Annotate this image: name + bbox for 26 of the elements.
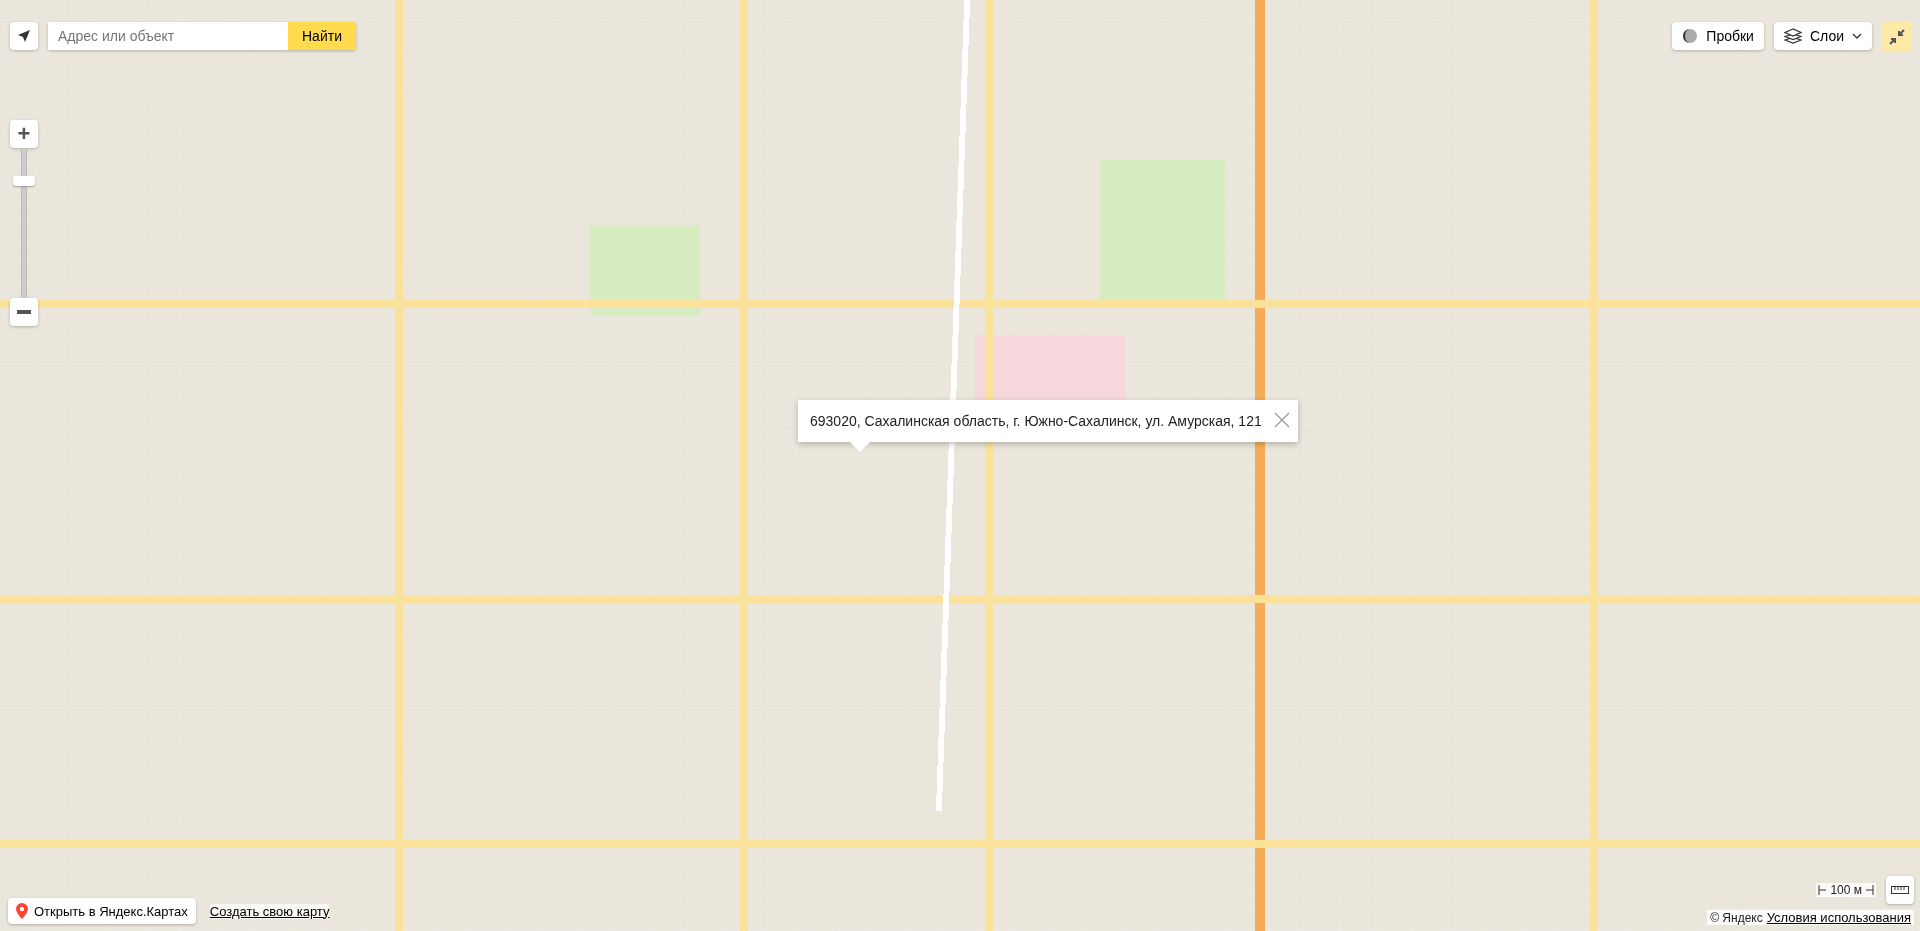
copyright-text: © Яндекс [1710,911,1763,925]
close-button[interactable] [1274,412,1290,428]
zoom-out-button[interactable] [10,298,38,326]
zoom-in-button[interactable]: + [10,120,38,148]
traffic-icon [1682,28,1699,44]
find-button[interactable]: Найти [288,22,356,50]
collapse-button[interactable] [1882,22,1912,52]
ruler-button[interactable] [1886,876,1914,904]
locate-button[interactable] [10,22,38,50]
collapse-icon [1889,29,1905,45]
layers-icon [1783,28,1802,44]
minus-icon [17,310,31,314]
traffic-button[interactable]: Пробки [1672,22,1764,50]
scale-label: 100 м [1830,883,1862,897]
chevron-down-icon [1852,33,1862,39]
ruler-icon [1891,886,1909,894]
search-field[interactable]: Адрес или объект [48,22,288,50]
terms-link[interactable]: Условия использования [1766,910,1911,925]
scale-end-icon [1866,885,1874,895]
layers-button[interactable]: Слои [1773,22,1872,50]
scale-end-icon [1818,885,1827,895]
location-arrow-icon [17,29,31,43]
open-in-maps-button[interactable]: Открыть в Яндекс.Картах [8,898,196,924]
zoom-slider-handle[interactable] [13,176,35,186]
map-pin-icon [16,903,28,919]
address-text: 693020, Сахалинская область, г. Южно-Сахалинск, ул. Амурская, 121 [810,412,1263,431]
